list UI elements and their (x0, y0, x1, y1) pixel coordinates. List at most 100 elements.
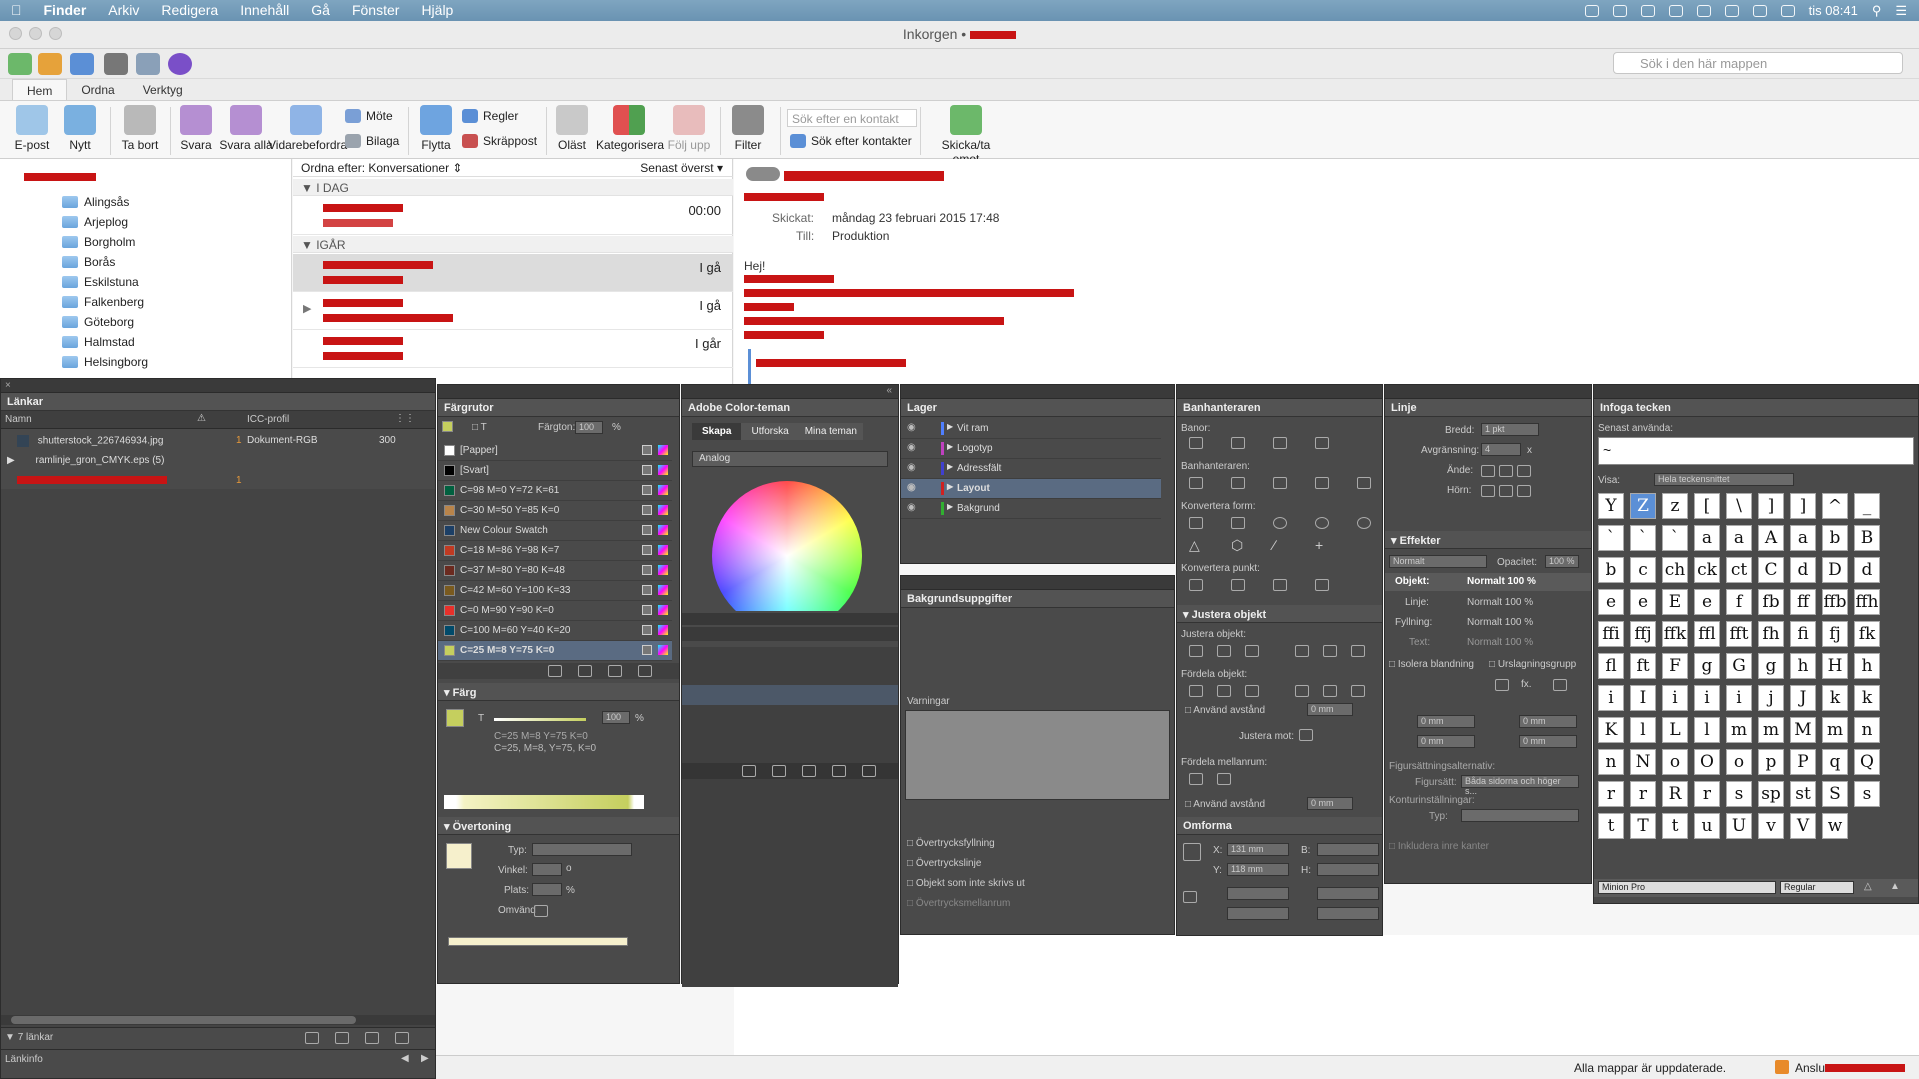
add-theme-icon[interactable] (772, 765, 786, 777)
scale-x-input[interactable] (1227, 887, 1289, 900)
layer-row[interactable]: ◉ ▶ Bakgrund (901, 499, 1161, 519)
open-path-icon[interactable] (1231, 437, 1245, 449)
beveled-rect-icon[interactable] (1273, 517, 1287, 529)
warning-column-icon[interactable]: ⚠ (197, 413, 206, 424)
glyph-cell[interactable]: t (1662, 813, 1688, 839)
wrap-right-input[interactable]: 0 mm (1519, 735, 1577, 748)
color-title[interactable]: ▾ Färg (438, 683, 679, 701)
glyph-cell[interactable]: ` (1598, 525, 1624, 551)
glyph-cell[interactable]: e (1598, 589, 1624, 615)
menu-redigera[interactable]: Redigera (150, 0, 229, 21)
tab-mina-teman[interactable]: Mina teman (798, 423, 863, 440)
wrap-left-input[interactable]: 0 mm (1519, 715, 1577, 728)
sort-order[interactable]: Senast överst ▾ (640, 161, 723, 175)
spotlight-icon[interactable]: ⚲ (1872, 3, 1882, 19)
glyph-cell[interactable]: _ (1854, 493, 1880, 519)
tab-skapa[interactable]: Skapa (692, 423, 742, 440)
x-input[interactable]: 131 mm (1227, 843, 1289, 856)
effect-target-fill[interactable]: Fyllning: (1395, 617, 1432, 628)
y-input[interactable]: 118 mm (1227, 863, 1289, 876)
tint-slider[interactable] (494, 718, 586, 721)
layer-row[interactable]: ◉ ▶ Adressfält (901, 459, 1161, 479)
distribute-top-icon[interactable] (1189, 685, 1203, 697)
wrap-top-input[interactable]: 0 mm (1417, 715, 1475, 728)
tab-utforska[interactable]: Utforska (741, 423, 799, 440)
visibility-eye-icon[interactable]: ◉ (907, 422, 916, 433)
glyph-cell[interactable]: m (1822, 717, 1848, 743)
round-join-icon[interactable] (1499, 485, 1513, 497)
glyph-cell[interactable]: o (1662, 749, 1688, 775)
glyph-cell[interactable]: A (1758, 525, 1784, 551)
redo-icon[interactable] (70, 53, 94, 75)
align-right-icon[interactable] (1245, 645, 1259, 657)
align-title[interactable]: ▾ Justera objekt (1177, 605, 1382, 623)
message-item[interactable]: ▶ I gå (293, 292, 733, 330)
color-ramp[interactable] (444, 795, 644, 809)
links-title[interactable]: Länkar (1, 393, 435, 411)
new-email-button[interactable]: E-post (12, 105, 52, 152)
color-tint-input[interactable]: 100 (602, 711, 630, 724)
glyph-cell[interactable]: q (1822, 749, 1848, 775)
forward-button[interactable]: Vidarebefordra (268, 105, 347, 152)
expand-layer-icon[interactable]: ▶ (947, 462, 953, 471)
reference-point-icon[interactable] (1183, 843, 1201, 861)
glyph-cell[interactable]: J (1790, 685, 1816, 711)
group-header-yesterday[interactable]: ▼ IGÅR (293, 236, 733, 253)
visibility-eye-icon[interactable]: ◉ (907, 502, 916, 513)
glyph-cell[interactable]: l (1630, 717, 1656, 743)
overprint-fill-option[interactable]: □ Övertrycksfyllning (907, 838, 995, 849)
glyph-cell[interactable]: d (1790, 557, 1816, 583)
glyph-cell[interactable]: t (1598, 813, 1624, 839)
glyph-cell[interactable]: r (1694, 781, 1720, 807)
delete-effect-icon[interactable] (1553, 679, 1567, 691)
visibility-eye-icon[interactable]: ◉ (907, 442, 916, 453)
glyph-cell[interactable]: fh (1758, 621, 1784, 647)
glyph-cell[interactable]: i (1726, 685, 1752, 711)
adobe-color-title[interactable]: Adobe Color-teman (682, 399, 898, 417)
follow-up-button[interactable]: Följ upp (666, 105, 712, 152)
glyph-cell[interactable]: ffj (1630, 621, 1656, 647)
glyph-cell[interactable]: g (1694, 653, 1720, 679)
miter-join-icon[interactable] (1481, 485, 1495, 497)
swatches-title[interactable]: Färgrutor (438, 399, 679, 417)
move-button[interactable]: Flytta (414, 105, 458, 152)
glyph-cell[interactable]: O (1694, 749, 1720, 775)
background-tasks-title[interactable]: Bakgrundsuppgifter (901, 590, 1174, 608)
glyph-cell[interactable]: b (1822, 525, 1848, 551)
gradient-title[interactable]: ▾ Övertoning (438, 817, 679, 835)
swatch-row[interactable]: C=37 M=80 Y=80 K=48 (438, 561, 672, 581)
subtract-shape-icon[interactable] (1231, 477, 1245, 489)
show-select[interactable]: Hela teckensnittet (1654, 473, 1794, 486)
glyph-cell[interactable]: [ (1694, 493, 1720, 519)
swatch-row[interactable]: C=100 M=60 Y=40 K=20 (438, 621, 672, 641)
expand-icon[interactable]: ▶ (7, 455, 15, 466)
notification-center-icon[interactable]: ☰ (1895, 3, 1907, 19)
glyph-cell[interactable]: N (1630, 749, 1656, 775)
glyph-cell[interactable]: st (1790, 781, 1816, 807)
folder-item[interactable]: Borås (62, 255, 115, 269)
rounded-rect-icon[interactable] (1231, 517, 1245, 529)
blend-mode-select[interactable]: Normalt (1389, 555, 1487, 568)
zoom-in-glyph-icon[interactable]: ▲ (1890, 881, 1900, 892)
close-panel-icon[interactable]: × (5, 380, 11, 391)
recent-glyph[interactable]: ~ (1603, 442, 1611, 458)
color-wheel[interactable] (712, 481, 862, 611)
column-options-icon[interactable]: ⋮⋮ (395, 413, 415, 424)
swatch-row[interactable]: C=98 M=0 Y=72 K=61 (438, 481, 672, 501)
glyph-cell[interactable]: a (1726, 525, 1752, 551)
apple-menu-icon[interactable]:  (0, 0, 33, 21)
height-input[interactable] (1317, 863, 1379, 876)
pathfinder-title[interactable]: Banhanteraren (1177, 399, 1382, 417)
glyph-cell[interactable]: ff (1790, 589, 1816, 615)
link-info-label[interactable]: Länkinfo (5, 1054, 43, 1065)
glyph-cell[interactable]: a (1694, 525, 1720, 551)
align-to-select[interactable] (1299, 729, 1313, 741)
glyph-cell[interactable]: f (1726, 589, 1752, 615)
stroke-weight-input[interactable]: 1 pkt (1481, 423, 1539, 436)
glyph-cell[interactable]: fl (1598, 653, 1624, 679)
orthogonal-line-icon[interactable]: + (1315, 537, 1323, 553)
calendar-icon[interactable] (136, 53, 160, 75)
corner-point-icon[interactable] (1231, 579, 1245, 591)
bluetooth-icon[interactable] (1696, 4, 1711, 17)
align-top-icon[interactable] (1295, 645, 1309, 657)
